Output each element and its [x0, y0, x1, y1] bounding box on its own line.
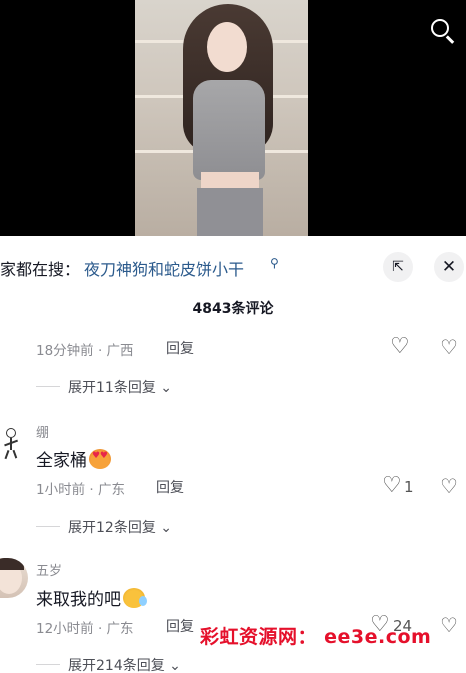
dislike-icon[interactable]: ♡ [440, 337, 458, 357]
expand-replies-button[interactable]: 展开12条回复 ⌄ [68, 517, 172, 537]
person-pants [197, 188, 263, 236]
like-heart-icon[interactable]: ♡ [382, 475, 402, 497]
comment-text: 全家桶 [36, 446, 111, 471]
dislike-icon[interactable]: ♡ [440, 476, 458, 496]
comment-text: 来取我的吧 [36, 585, 147, 610]
expand-replies-button[interactable]: 展开214条回复 ⌄ [68, 655, 181, 673]
crying-emoji [123, 588, 147, 608]
divider-line [36, 386, 60, 387]
comment-meta: 18分钟前 · 广西 [36, 343, 134, 359]
trending-prefix: 家都在搜： [0, 260, 81, 279]
person-face [207, 22, 247, 72]
comment-meta: 12小时前 · 广东 [36, 621, 134, 637]
comment-username[interactable]: 绷 [36, 422, 49, 441]
expand-replies-button[interactable]: 展开11条回复 ⌄ [68, 377, 172, 397]
like-heart-icon[interactable]: ♡ [390, 336, 410, 358]
close-icon[interactable]: ✕ [434, 252, 464, 282]
person-top [193, 80, 265, 180]
reply-button[interactable]: 回复 [166, 338, 194, 358]
divider-line [36, 526, 60, 527]
expand-icon[interactable]: ⇱ [383, 252, 413, 282]
search-icon[interactable] [428, 16, 458, 46]
watermark-text: 彩虹资源网： ee3e.com [200, 626, 432, 648]
comment-username[interactable]: 五岁 [36, 560, 62, 579]
trending-search-link[interactable]: 夜刀神狗和蛇皮饼小干 [84, 256, 244, 280]
trending-search-bar[interactable]: 家都在搜： 夜刀神狗和蛇皮饼小干 ⚲ ⇱ ✕ [0, 244, 466, 288]
divider-line [36, 664, 60, 665]
like-count: 1 [404, 478, 414, 496]
reply-button[interactable]: 回复 [166, 616, 194, 636]
avatar[interactable] [0, 558, 28, 598]
dislike-icon[interactable]: ♡ [440, 615, 458, 635]
comment-count: 4843条评论 [192, 301, 274, 317]
video-thumbnail [135, 0, 308, 236]
reply-button[interactable]: 回复 [156, 477, 184, 497]
comment-meta: 1小时前 · 广东 [36, 482, 125, 498]
video-player[interactable] [0, 0, 466, 236]
heart-eyes-emoji [89, 449, 111, 469]
search-small-icon: ⚲ [270, 256, 279, 270]
avatar[interactable] [0, 420, 28, 460]
